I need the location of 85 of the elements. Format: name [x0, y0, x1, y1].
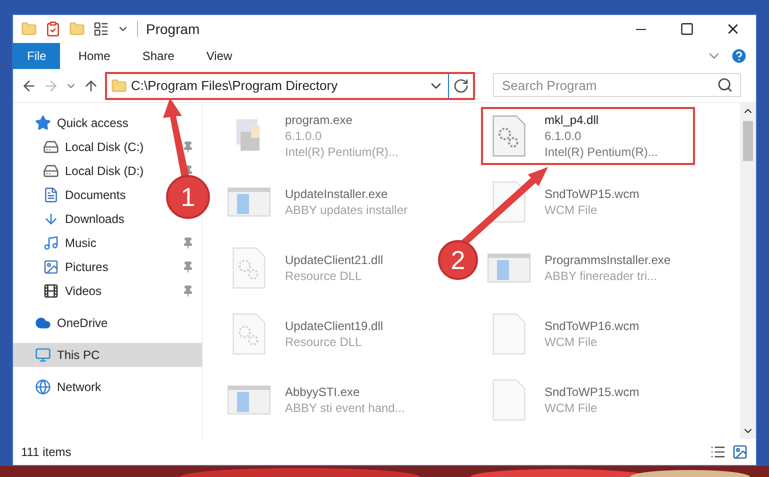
file-item[interactable]: SndToWP15.wcm WCM File — [480, 371, 694, 429]
help-icon[interactable] — [730, 47, 748, 65]
nav-item[interactable]: Local Disk (C:) — [43, 138, 144, 156]
file-detail: WCM File — [544, 400, 598, 416]
blank-file-icon — [492, 313, 526, 355]
file-detail: ABBY sti event hand... — [285, 400, 405, 416]
nav-item[interactable]: Documents — [43, 186, 126, 204]
properties-icon — [45, 21, 61, 37]
view-icon — [93, 21, 109, 37]
window-icon — [486, 253, 530, 283]
file-item[interactable]: UpdateClient21.dll Resource DLL — [221, 239, 435, 297]
address-path: C:\Program Files\Program Directory — [131, 76, 338, 95]
folder-icon — [111, 78, 127, 94]
minimize-icon — [636, 28, 646, 30]
up-icon[interactable] — [83, 78, 99, 94]
file-detail: WCM File — [544, 202, 598, 218]
back-icon[interactable] — [21, 78, 37, 94]
file-item[interactable]: UpdateClient19.dll Resource DLL — [221, 305, 435, 363]
file-item[interactable]: program.exe 6.1.0.0 Intel(R) Pentium(R)... — [221, 107, 435, 165]
window-title: Program — [146, 20, 200, 39]
cloud-icon — [35, 315, 51, 331]
drive-icon — [43, 163, 59, 179]
gear-file-icon — [492, 115, 526, 157]
nav-item[interactable]: Local Disk (D:) — [43, 162, 144, 180]
file-item[interactable]: AbbyySTI.exe ABBY sti event hand... — [221, 371, 435, 429]
file-name: UpdateClient19.dll — [285, 318, 384, 334]
maximize-icon — [680, 22, 694, 36]
scrollbar-thumb[interactable] — [743, 121, 753, 161]
nav-item[interactable]: Music — [43, 234, 96, 252]
globe-icon — [35, 379, 51, 395]
nav-item[interactable]: Quick access — [13, 111, 202, 135]
file-item[interactable]: ProgrammsInstaller.exe ABBY finereader tri... — [480, 239, 694, 297]
nav-item[interactable]: Videos — [43, 282, 102, 300]
nav-item[interactable]: Network — [13, 375, 202, 399]
ribbon-tab[interactable]: Home — [64, 43, 124, 69]
file-detail: Resource DLL — [285, 268, 363, 284]
star-icon — [35, 115, 51, 131]
file-name: AbbyySTI.exe — [285, 384, 361, 400]
file-name: program.exe — [285, 112, 354, 128]
file-name: mkl_p4.dll — [544, 112, 600, 128]
item-count: 111 items — [21, 444, 72, 461]
file-name: UpdateInstaller.exe — [285, 186, 389, 202]
gear-file-icon — [232, 247, 266, 289]
search-icon — [717, 77, 733, 94]
file-item[interactable]: mkl_p4.dll 6.1.0.0 Intel(R) Pentium(R)... — [480, 107, 694, 165]
ribbon-tab[interactable]: Share — [128, 43, 188, 69]
new-folder-icon — [69, 21, 85, 37]
address-bar[interactable]: C:\Program Files\Program Directory — [105, 72, 475, 100]
file-detail: ABBY updates installer — [285, 202, 408, 218]
large-icons-view-icon[interactable] — [732, 444, 748, 460]
file-detail: Intel(R) Pentium(R)... — [544, 144, 658, 160]
details-view-icon[interactable] — [710, 444, 726, 460]
file-name: ProgrammsInstaller.exe — [544, 252, 671, 268]
nav-item[interactable]: Pictures — [43, 258, 108, 276]
file-name: SndToWP15.wcm — [544, 384, 640, 400]
picture-icon — [43, 259, 59, 275]
file-detail: 6.1.0.0 — [544, 128, 582, 144]
drive-icon — [43, 139, 59, 155]
file-item[interactable]: UpdateInstaller.exe ABBY updates installer — [221, 173, 435, 231]
ribbon-tab[interactable]: File — [13, 43, 60, 69]
nav-item[interactable]: This PC — [13, 343, 202, 367]
film-icon — [43, 283, 59, 299]
window-icon — [227, 385, 271, 415]
document-icon — [43, 187, 59, 203]
ribbon-tab[interactable]: View — [192, 43, 246, 69]
nav-item[interactable]: OneDrive — [13, 311, 202, 335]
file-name: UpdateClient21.dll — [285, 252, 384, 268]
music-icon — [43, 235, 59, 251]
window-icon — [227, 187, 271, 217]
file-detail: Resource DLL — [285, 334, 363, 350]
file-detail: ABBY finereader tri... — [544, 268, 658, 284]
file-name: SndToWP16.wcm — [544, 318, 640, 334]
download-icon — [43, 211, 59, 227]
file-detail: Intel(R) Pentium(R)... — [285, 144, 398, 160]
blank-file-icon — [492, 379, 526, 421]
refresh-icon[interactable] — [453, 78, 469, 94]
gear-file-icon — [232, 313, 266, 355]
folder-icon — [21, 21, 37, 37]
monitor-icon — [35, 347, 51, 363]
nav-item[interactable]: Downloads — [43, 210, 124, 228]
search-field[interactable]: Search Program — [493, 73, 741, 98]
file-name: SndToWP15.wcm — [544, 186, 640, 202]
file-item[interactable]: SndToWP16.wcm WCM File — [480, 305, 694, 363]
file-detail: 6.1.0.0 — [285, 128, 323, 144]
file-detail: WCM File — [544, 334, 598, 350]
